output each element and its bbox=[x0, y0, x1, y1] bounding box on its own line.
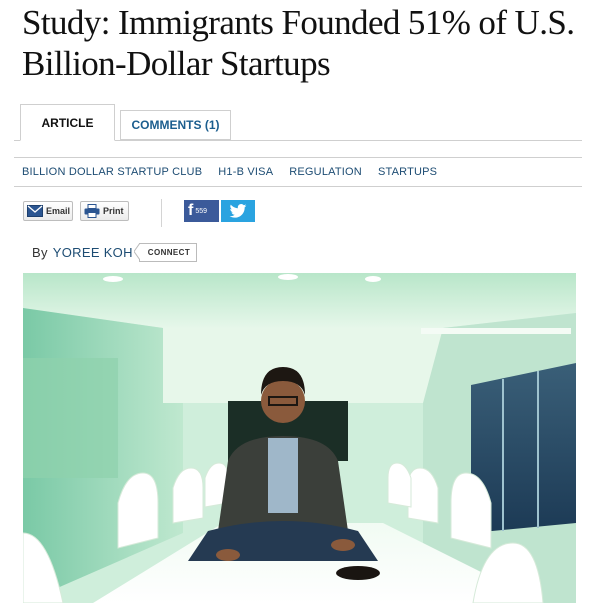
byline-prefix: By bbox=[32, 245, 48, 260]
twitter-bird-icon bbox=[229, 204, 247, 218]
connect-arrow-notch bbox=[133, 243, 140, 260]
article-photo bbox=[23, 273, 576, 603]
topic-link-startups[interactable]: STARTUPS bbox=[378, 166, 437, 178]
topic-link-h1b-visa[interactable]: H1-B VISA bbox=[218, 166, 273, 178]
topic-links-bar: BILLION DOLLAR STARTUP CLUB H1-B VISA RE… bbox=[14, 157, 582, 187]
topic-link-regulation[interactable]: REGULATION bbox=[289, 166, 362, 178]
printer-icon bbox=[84, 204, 100, 218]
topic-link-billion-dollar-startup-club[interactable]: BILLION DOLLAR STARTUP CLUB bbox=[22, 166, 202, 178]
print-button[interactable]: Print bbox=[80, 201, 129, 221]
envelope-icon bbox=[27, 205, 43, 217]
tab-article[interactable]: ARTICLE bbox=[20, 104, 115, 141]
facebook-icon: f bbox=[188, 202, 194, 219]
facebook-share-button[interactable]: f 559 bbox=[184, 200, 219, 222]
connect-label: CONNECT bbox=[147, 248, 191, 257]
facebook-share-count: 559 bbox=[195, 207, 208, 215]
article-headline: Study: Immigrants Founded 51% of U.S. Bi… bbox=[22, 3, 575, 83]
author-link[interactable]: YOREE KOH bbox=[53, 245, 133, 260]
share-divider bbox=[161, 199, 162, 227]
print-label: Print bbox=[103, 206, 124, 216]
email-label: Email bbox=[46, 206, 71, 216]
twitter-share-button[interactable] bbox=[221, 200, 255, 222]
byline: By YOREE KOH CONNECT bbox=[32, 243, 198, 262]
email-button[interactable]: Email bbox=[23, 201, 73, 221]
tab-comments[interactable]: COMMENTS (1) bbox=[120, 110, 231, 140]
connect-button[interactable]: CONNECT bbox=[133, 243, 198, 262]
